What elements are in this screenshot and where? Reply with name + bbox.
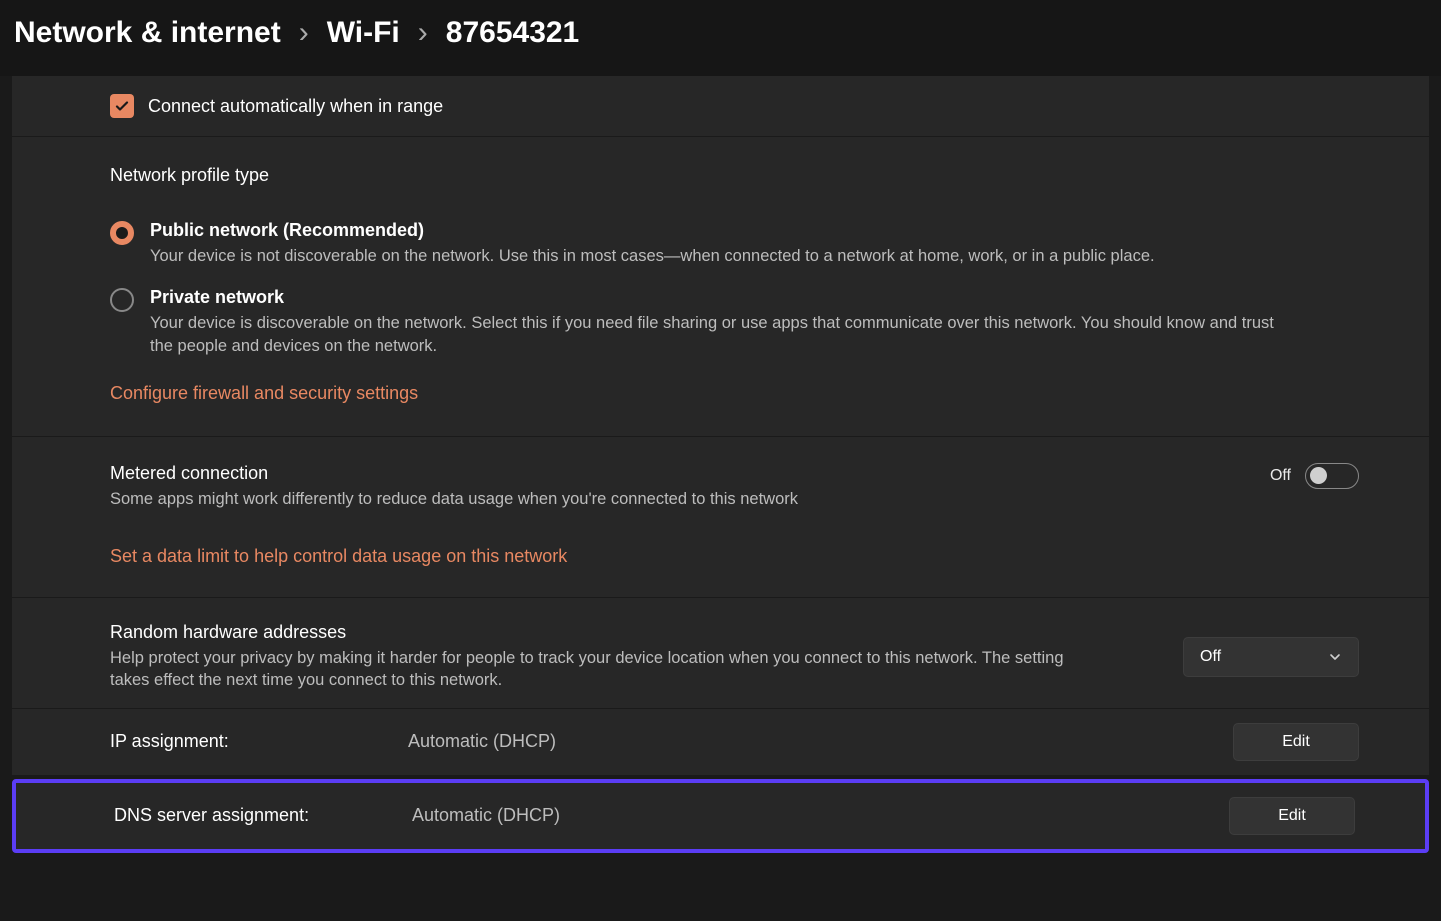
random-hw-dropdown[interactable]: Off bbox=[1183, 637, 1359, 677]
connect-automatically-label: Connect automatically when in range bbox=[148, 96, 443, 117]
dns-assignment-value: Automatic (DHCP) bbox=[412, 805, 1229, 826]
public-network-option[interactable]: Public network (Recommended) Your device… bbox=[110, 220, 1429, 267]
dns-assignment-edit-button[interactable]: Edit bbox=[1229, 797, 1355, 835]
ip-assignment-value: Automatic (DHCP) bbox=[408, 731, 1233, 752]
random-hw-value: Off bbox=[1200, 648, 1221, 666]
set-data-limit-link[interactable]: Set a data limit to help control data us… bbox=[110, 546, 567, 567]
breadcrumb-wifi[interactable]: Wi-Fi bbox=[327, 16, 400, 50]
connect-automatically-checkbox[interactable] bbox=[110, 94, 134, 118]
metered-toggle-label: Off bbox=[1270, 467, 1291, 485]
random-hw-section: Random hardware addresses Help protect y… bbox=[12, 598, 1429, 709]
breadcrumb-ssid: 87654321 bbox=[446, 16, 579, 50]
ip-assignment-edit-button[interactable]: Edit bbox=[1233, 723, 1359, 761]
chevron-right-icon: › bbox=[418, 16, 428, 50]
ip-assignment-label: IP assignment: bbox=[110, 731, 408, 752]
breadcrumb-network[interactable]: Network & internet bbox=[14, 16, 281, 50]
public-network-desc: Your device is not discoverable on the n… bbox=[150, 245, 1155, 267]
metered-connection-section: Metered connection Some apps might work … bbox=[12, 437, 1429, 598]
public-network-title: Public network (Recommended) bbox=[150, 220, 1155, 241]
metered-toggle[interactable] bbox=[1305, 463, 1359, 489]
breadcrumb: Network & internet › Wi-Fi › 87654321 bbox=[0, 0, 1441, 76]
toggle-knob-icon bbox=[1310, 467, 1327, 484]
random-hw-title: Random hardware addresses bbox=[110, 622, 1070, 643]
private-network-title: Private network bbox=[150, 287, 1290, 308]
private-network-desc: Your device is discoverable on the netwo… bbox=[150, 312, 1290, 357]
dns-assignment-row: DNS server assignment: Automatic (DHCP) … bbox=[12, 779, 1429, 853]
network-profile-section: Network profile type Public network (Rec… bbox=[12, 137, 1429, 437]
configure-firewall-link[interactable]: Configure firewall and security settings bbox=[110, 383, 418, 404]
random-hw-desc: Help protect your privacy by making it h… bbox=[110, 647, 1070, 692]
metered-connection-title: Metered connection bbox=[110, 463, 798, 484]
check-icon bbox=[114, 98, 130, 114]
chevron-right-icon: › bbox=[299, 16, 309, 50]
network-profile-heading: Network profile type bbox=[110, 165, 1429, 186]
public-network-radio[interactable] bbox=[110, 221, 134, 245]
chevron-down-icon bbox=[1328, 650, 1342, 664]
metered-connection-desc: Some apps might work differently to redu… bbox=[110, 488, 798, 510]
private-network-radio[interactable] bbox=[110, 288, 134, 312]
connect-automatically-row: Connect automatically when in range bbox=[12, 76, 1429, 137]
ip-assignment-row: IP assignment: Automatic (DHCP) Edit bbox=[12, 709, 1429, 776]
dns-assignment-label: DNS server assignment: bbox=[114, 805, 412, 826]
private-network-option[interactable]: Private network Your device is discovera… bbox=[110, 287, 1429, 357]
